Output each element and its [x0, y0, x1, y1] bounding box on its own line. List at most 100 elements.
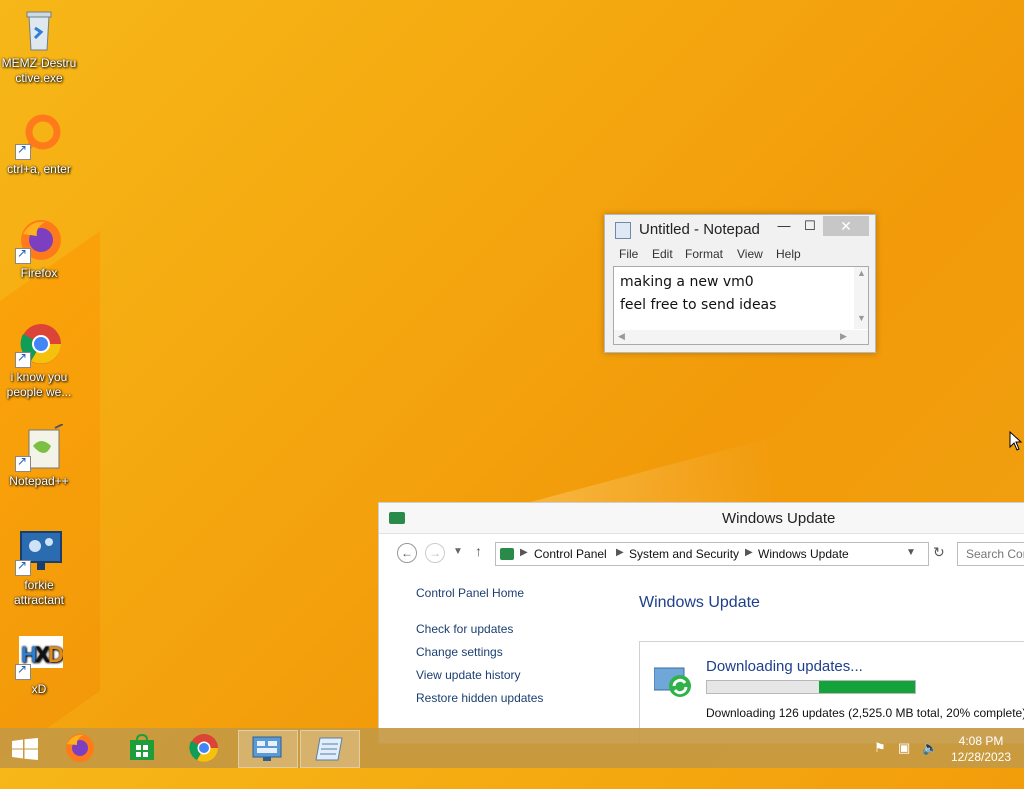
firefox-icon: [66, 734, 94, 762]
address-toolbar: ← → ▼ ↑ ▶ Control Panel ▶ System and Sec…: [379, 534, 1024, 570]
desktop-background-shape: [0, 230, 100, 789]
scroll-up-icon[interactable]: ▲: [857, 268, 866, 278]
desktop-icon-memz[interactable]: MEMZ-Destru ctive.exe: [0, 6, 78, 86]
menu-view[interactable]: View: [737, 247, 763, 261]
update-status-panel: Downloading updates... Downloading 126 u…: [639, 641, 1024, 742]
up-arrow-icon[interactable]: ↑: [475, 543, 482, 559]
link-view-update-history[interactable]: View update history: [416, 668, 521, 682]
taskbar-control-panel[interactable]: [238, 730, 298, 768]
scroll-down-icon[interactable]: ▼: [857, 313, 866, 323]
chrome-icon: [15, 320, 63, 368]
breadcrumb-control-panel[interactable]: Control Panel: [534, 547, 607, 561]
shortcut-arrow-icon: [15, 454, 31, 472]
menu-format[interactable]: Format: [685, 247, 723, 261]
breadcrumb-windows-update[interactable]: Windows Update: [758, 547, 849, 561]
hxd-icon: HXD: [15, 632, 64, 680]
taskbar-chrome[interactable]: [178, 730, 230, 766]
store-icon: [130, 734, 154, 760]
window-title: Untitled - Notepad: [639, 221, 760, 238]
link-control-panel-home[interactable]: Control Panel Home: [416, 586, 524, 600]
shortcut-arrow-icon: [15, 246, 31, 264]
desktop-icon-label: Notepad++: [9, 474, 69, 488]
desktop-icon-firefox[interactable]: Firefox: [0, 216, 78, 281]
desktop-icon-label: i know you: [10, 370, 68, 384]
breadcrumb-separator-icon: ▶: [520, 547, 528, 558]
notepad-menubar: File Edit Format View Help: [605, 243, 875, 265]
desktop-icon-label: MEMZ-Destru: [1, 56, 77, 70]
page-title: Windows Update: [639, 594, 760, 611]
firefox-icon: [15, 216, 63, 264]
notepad-text-area[interactable]: making a new vm0 feel free to send ideas…: [613, 266, 869, 345]
back-arrow-icon[interactable]: ←: [397, 543, 417, 563]
download-progress-bar: [706, 680, 916, 694]
shortcut-arrow-icon: [15, 558, 31, 576]
menu-edit[interactable]: Edit: [652, 247, 673, 261]
start-button[interactable]: [0, 730, 52, 766]
notepad-icon: [315, 737, 343, 761]
taskbar: ⚑ ▣ 🔈 4:08 PM 12/28/2023: [0, 728, 1024, 768]
menu-file[interactable]: File: [619, 247, 638, 261]
text-line: feel free to send ideas: [620, 297, 777, 313]
settings-monitor-icon: [15, 528, 63, 576]
notepad-icon: [615, 222, 631, 239]
system-clock[interactable]: 4:08 PM 12/28/2023: [948, 733, 1014, 765]
desktop-icon-label: ctive.exe: [15, 71, 63, 85]
taskbar-notepad[interactable]: [300, 730, 360, 768]
windows-update-window[interactable]: Windows Update ← → ▼ ↑ ▶ Control Panel ▶…: [378, 502, 1024, 744]
link-restore-hidden-updates[interactable]: Restore hidden updates: [416, 691, 543, 705]
refresh-icon[interactable]: ↻: [933, 544, 945, 561]
horizontal-scrollbar[interactable]: ◀ ▶: [614, 330, 868, 344]
notepad-titlebar[interactable]: Untitled - Notepad — ☐ ✕: [605, 215, 875, 243]
link-check-for-updates[interactable]: Check for updates: [416, 622, 513, 636]
volume-muted-icon[interactable]: 🔈: [922, 740, 938, 756]
maximize-button[interactable]: ☐: [797, 217, 823, 235]
notepad-window[interactable]: Untitled - Notepad — ☐ ✕ File Edit Forma…: [604, 214, 876, 353]
forward-arrow-icon[interactable]: →: [425, 543, 445, 563]
desktop-icon-notepadpp[interactable]: Notepad++: [0, 423, 78, 489]
desktop-icon-label: people we...: [6, 385, 72, 399]
desktop-icon-label: forkie: [24, 578, 54, 592]
control-panel-icon: [389, 512, 405, 524]
breadcrumb-separator-icon: ▶: [745, 547, 753, 558]
recent-pages-chevron-icon[interactable]: ▼: [453, 546, 463, 557]
update-progress-icon: [653, 666, 694, 697]
window-title: Windows Update: [722, 510, 836, 527]
search-input[interactable]: Search Con: [957, 542, 1024, 566]
breadcrumb-system-security[interactable]: System and Security: [629, 547, 739, 561]
desktop-icon-hxd[interactable]: HXD xD: [0, 632, 78, 697]
desktop-icon-label: xD: [31, 682, 47, 696]
close-button[interactable]: ✕: [823, 216, 869, 236]
shortcut-arrow-icon: [15, 142, 31, 160]
taskbar-store[interactable]: [116, 730, 168, 766]
address-dropdown-icon[interactable]: ▼: [906, 547, 916, 558]
control-panel-icon: [252, 736, 282, 761]
desktop-icon-label: ctrl+a, enter: [7, 162, 71, 176]
shortcut-arrow-icon: [15, 350, 31, 368]
breadcrumb-separator-icon: ▶: [616, 547, 624, 558]
network-icon[interactable]: ▣: [898, 740, 910, 756]
recycle-bin-icon: [15, 6, 63, 54]
scroll-right-icon[interactable]: ▶: [840, 331, 847, 342]
desktop-icon-forkie[interactable]: forkie attractant: [0, 528, 78, 608]
link-change-settings[interactable]: Change settings: [416, 645, 503, 659]
search-placeholder: Search Con: [966, 547, 1024, 561]
action-center-flag-icon[interactable]: ⚑: [874, 740, 886, 756]
download-status-text: Downloading 126 updates (2,525.0 MB tota…: [706, 706, 1024, 720]
address-bar[interactable]: ▶ Control Panel ▶ System and Security ▶ …: [495, 542, 929, 566]
desktop-icon-label: Firefox: [20, 266, 58, 280]
chrome-icon: [189, 734, 218, 762]
scroll-left-icon[interactable]: ◀: [618, 331, 625, 342]
desktop-icon-ctrl-a-enter[interactable]: ctrl+a, enter: [0, 112, 78, 177]
windows-update-titlebar[interactable]: Windows Update: [379, 503, 1024, 534]
svg-text:D: D: [48, 642, 63, 667]
menu-help[interactable]: Help: [776, 247, 801, 261]
vertical-scrollbar[interactable]: ▲ ▼: [854, 267, 868, 329]
minimize-button[interactable]: —: [771, 217, 797, 235]
clock-time: 4:08 PM: [958, 734, 1004, 748]
mouse-cursor-icon: [1009, 430, 1023, 456]
text-line: making a new vm0: [620, 274, 754, 290]
clock-date: 12/28/2023: [950, 750, 1012, 764]
taskbar-firefox[interactable]: [54, 730, 106, 766]
desktop-icon-chrome[interactable]: i know you people we...: [0, 320, 78, 400]
notepadpp-icon: [15, 423, 64, 472]
